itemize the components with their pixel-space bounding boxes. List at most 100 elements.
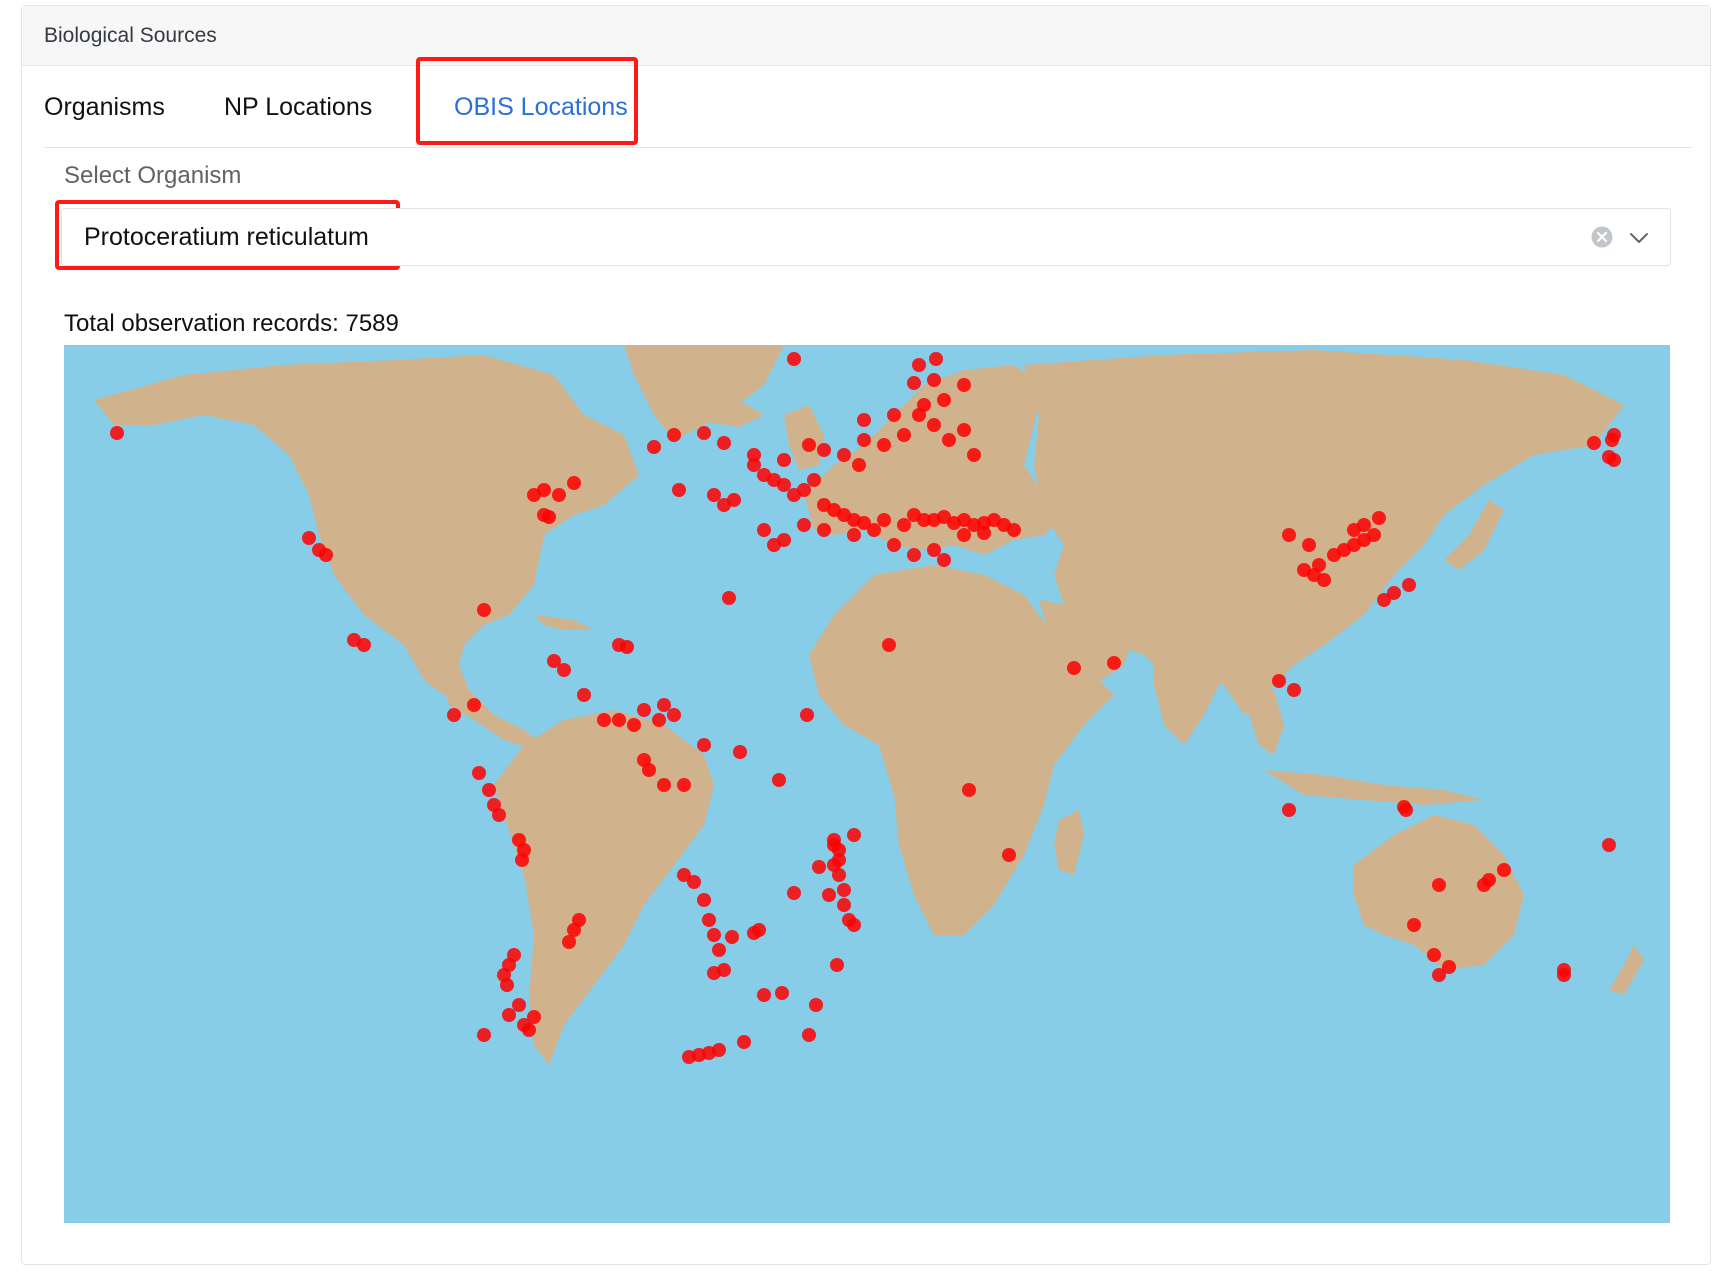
land-madagascar xyxy=(1054,810,1084,875)
observation-point xyxy=(667,708,681,722)
organism-select[interactable]: Protoceratium reticulatum xyxy=(61,208,1671,266)
observation-point xyxy=(957,528,971,542)
observation-point xyxy=(887,408,901,422)
observation-point xyxy=(1067,661,1081,675)
observation-point xyxy=(537,483,551,497)
observation-point xyxy=(477,1028,491,1042)
observation-point xyxy=(1587,436,1601,450)
observation-point xyxy=(1372,511,1386,525)
observation-point xyxy=(1602,838,1616,852)
land-new-zealand xyxy=(1609,945,1644,995)
observation-point xyxy=(737,1035,751,1049)
observation-point xyxy=(857,433,871,447)
select-organism-label: Select Organism xyxy=(64,162,242,189)
observation-point xyxy=(977,526,991,540)
observation-point xyxy=(822,888,836,902)
observation-point xyxy=(887,538,901,552)
observation-point xyxy=(472,766,486,780)
observation-point xyxy=(502,1008,516,1022)
observation-point xyxy=(697,426,711,440)
observation-point xyxy=(817,523,831,537)
observation-point xyxy=(927,543,941,557)
world-map-svg xyxy=(94,345,1644,1065)
observation-point xyxy=(542,510,556,524)
observation-point xyxy=(319,548,333,562)
observation-point xyxy=(597,713,611,727)
land-indonesia xyxy=(1264,770,1484,805)
observation-point xyxy=(1287,683,1301,697)
observation-point xyxy=(477,603,491,617)
tab-obis-locations[interactable]: OBIS Locations xyxy=(454,66,628,148)
observation-point xyxy=(647,440,661,454)
observation-point xyxy=(752,923,766,937)
observation-point xyxy=(302,531,316,545)
observation-point xyxy=(657,778,671,792)
observation-point xyxy=(1387,586,1401,600)
observation-point xyxy=(847,828,861,842)
observation-point xyxy=(802,438,816,452)
observation-point xyxy=(562,935,576,949)
observation-point xyxy=(897,518,911,532)
land-india xyxy=(1154,645,1224,745)
observation-point xyxy=(357,638,371,652)
land-se-asia xyxy=(1234,685,1284,755)
land-greenland xyxy=(624,345,784,440)
observation-point xyxy=(757,523,771,537)
observation-point xyxy=(677,778,691,792)
observation-point xyxy=(1367,528,1381,542)
observation-point xyxy=(1497,863,1511,877)
observation-point xyxy=(867,523,881,537)
observation-point xyxy=(927,373,941,387)
observation-point xyxy=(837,448,851,462)
tab-organisms[interactable]: Organisms xyxy=(44,66,165,148)
observation-point xyxy=(775,986,789,1000)
observation-point xyxy=(807,473,821,487)
observation-point xyxy=(809,998,823,1012)
observation-point xyxy=(527,1010,541,1024)
observation-point xyxy=(777,478,791,492)
tab-np-locations[interactable]: NP Locations xyxy=(224,66,372,148)
observation-point xyxy=(882,638,896,652)
observation-point xyxy=(957,423,971,437)
land-japan xyxy=(1444,500,1504,570)
clear-icon[interactable] xyxy=(1590,225,1614,249)
observation-point xyxy=(812,860,826,874)
observation-point xyxy=(1317,573,1331,587)
observation-point xyxy=(577,688,591,702)
chevron-down-icon[interactable] xyxy=(1628,227,1650,249)
observation-point xyxy=(1432,878,1446,892)
observation-point xyxy=(447,708,461,722)
observation-point xyxy=(847,528,861,542)
observation-point xyxy=(877,438,891,452)
organism-select-value: Protoceratium reticulatum xyxy=(84,222,369,251)
observation-point xyxy=(712,1043,726,1057)
observation-point xyxy=(912,358,926,372)
observation-point xyxy=(942,433,956,447)
tab-bar: Organisms NP Locations OBIS Locations xyxy=(44,66,1692,148)
observation-point xyxy=(927,418,941,432)
observation-point xyxy=(962,783,976,797)
observation-point xyxy=(787,886,801,900)
observation-point xyxy=(642,763,656,777)
observation-point xyxy=(492,808,506,822)
observation-point xyxy=(707,488,721,502)
observation-point xyxy=(652,713,666,727)
observation-point xyxy=(837,883,851,897)
observation-point xyxy=(110,426,124,440)
world-map[interactable] xyxy=(64,345,1670,1223)
land-central-america xyxy=(444,690,544,750)
observation-point xyxy=(797,518,811,532)
observation-point xyxy=(697,738,711,752)
observation-point xyxy=(967,448,981,462)
observation-point xyxy=(832,868,846,882)
observation-point xyxy=(1482,873,1496,887)
observation-point xyxy=(482,783,496,797)
observation-point xyxy=(747,458,761,472)
observation-point xyxy=(1357,518,1371,532)
observation-point xyxy=(1602,450,1616,464)
observation-point xyxy=(1605,433,1619,447)
observation-point xyxy=(707,966,721,980)
observation-point xyxy=(852,458,866,472)
observation-point xyxy=(467,698,481,712)
observation-point xyxy=(697,893,711,907)
